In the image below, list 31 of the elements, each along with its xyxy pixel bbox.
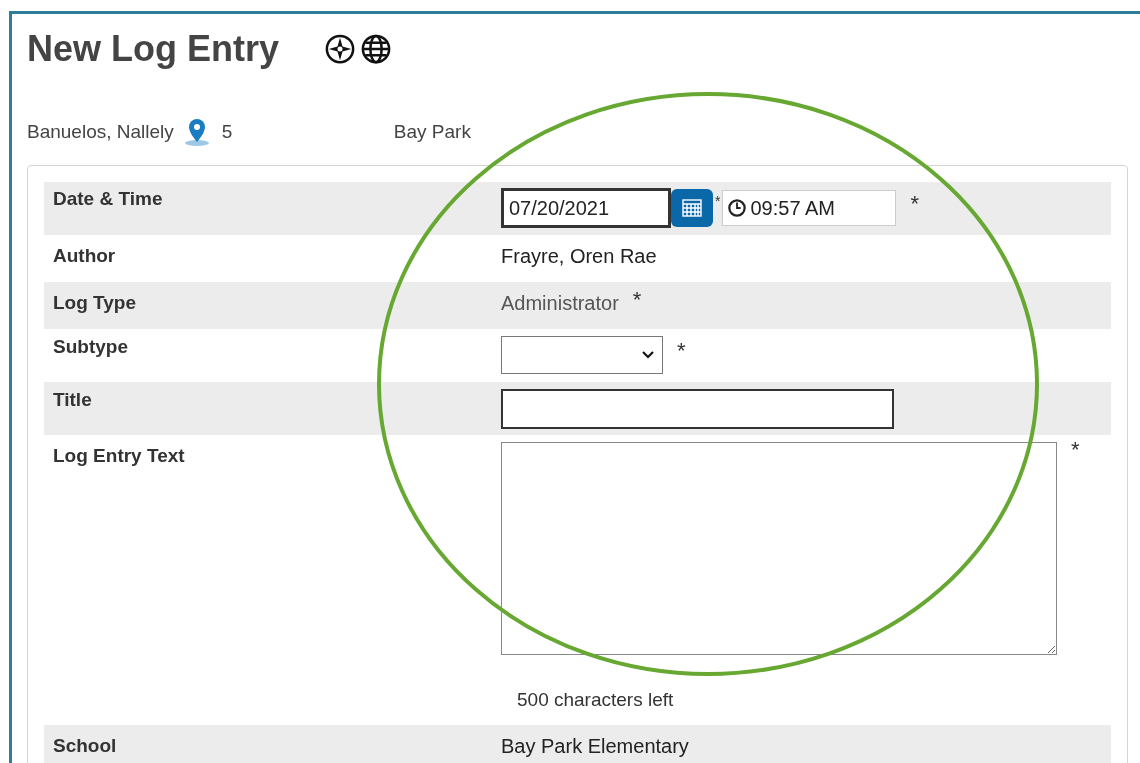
title-input-field[interactable] xyxy=(501,389,894,429)
compass-icon[interactable] xyxy=(325,34,356,64)
calendar-button[interactable] xyxy=(671,189,713,227)
student-grade: 5 xyxy=(221,121,234,143)
field-value: Bay Park Elementary xyxy=(501,735,689,758)
clock-icon xyxy=(728,199,747,217)
field-label: School xyxy=(52,735,118,758)
date-field[interactable]: 07/20/2021 xyxy=(501,188,671,228)
required-mark: * xyxy=(677,338,686,364)
required-mark: * xyxy=(1071,437,1080,463)
field-label: Date & Time xyxy=(52,188,164,211)
time-field[interactable]: 09:57 AM xyxy=(722,190,897,226)
field-value: Frayre, Oren Rae xyxy=(501,245,657,268)
log-text-area[interactable] xyxy=(501,442,1057,655)
required-mark: * xyxy=(715,193,721,209)
page-title: New Log Entry xyxy=(27,28,280,70)
chevron-down-icon xyxy=(642,351,654,359)
student-name: Banuelos, Nallely xyxy=(27,121,174,143)
character-counter: 500 characters left xyxy=(517,689,675,711)
field-label: Log Type xyxy=(52,292,138,315)
required-mark: * xyxy=(910,191,919,217)
required-mark: * xyxy=(632,286,642,313)
field-label: Author xyxy=(52,245,117,268)
calendar-icon xyxy=(681,199,703,217)
subtype-dropdown[interactable] xyxy=(501,336,663,374)
globe-icon[interactable] xyxy=(361,34,392,64)
field-label: Log Entry Text xyxy=(52,445,186,468)
field-label: Title xyxy=(52,389,93,412)
school-name: Bay Park xyxy=(393,121,471,143)
field-value: Administrator xyxy=(501,292,619,315)
field-label: Subtype xyxy=(52,336,129,359)
